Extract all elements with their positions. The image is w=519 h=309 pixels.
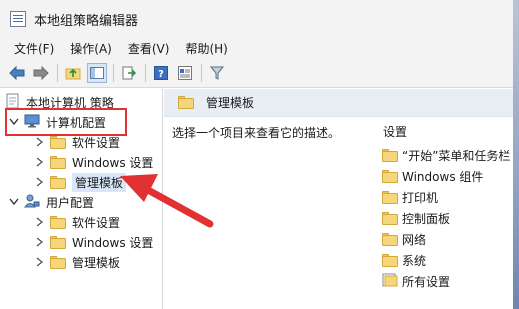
toolbar: ? xyxy=(0,58,513,88)
annotation-highlight-box xyxy=(5,108,127,136)
menu-help[interactable]: 帮助(H) xyxy=(177,40,235,57)
folder-icon xyxy=(382,149,398,162)
folder-icon xyxy=(50,155,66,169)
folder-icon xyxy=(50,215,66,229)
menu-action[interactable]: 操作(A) xyxy=(62,40,120,57)
tree-item-user-windows-settings[interactable]: Windows 设置 xyxy=(34,232,153,252)
folder-icon xyxy=(382,254,398,267)
filter-icon[interactable] xyxy=(207,63,227,83)
list-item[interactable]: 所有设置 xyxy=(382,271,510,292)
tree-item-label: 软件设置 xyxy=(72,135,121,150)
tree-item-user-software-settings[interactable]: 软件设置 xyxy=(34,212,120,232)
details-header-title: 管理模板 xyxy=(206,96,255,110)
tree-item-label: 用户配置 xyxy=(46,195,95,210)
user-icon xyxy=(24,194,40,211)
annotation-arrow-icon xyxy=(120,174,214,228)
tree-item-admin-templates[interactable]: 管理模板 xyxy=(34,172,127,192)
list-item[interactable]: “开始”菜单和任务栏 xyxy=(382,145,510,166)
chevron-right-icon[interactable] xyxy=(34,256,46,268)
toolbar-divider xyxy=(57,63,58,82)
list-item-label: 网络 xyxy=(402,233,427,247)
menu-view[interactable]: 查看(V) xyxy=(120,40,178,57)
folder-icon xyxy=(50,135,66,149)
folder-icon xyxy=(382,233,398,246)
forward-arrow-icon[interactable] xyxy=(31,63,51,83)
chevron-right-icon[interactable] xyxy=(34,156,46,168)
toolbar-divider xyxy=(145,63,146,82)
chevron-right-icon[interactable] xyxy=(34,136,46,148)
list-item-label: 系统 xyxy=(402,254,427,268)
tree-item-label: 管理模板 xyxy=(72,255,121,270)
folder-icon xyxy=(50,175,66,189)
folder-icon xyxy=(382,191,398,204)
window-title: 本地组策略编辑器 xyxy=(34,13,139,29)
tree-item-label: 软件设置 xyxy=(72,215,121,230)
all-settings-icon xyxy=(382,273,398,290)
list-item[interactable]: 系统 xyxy=(382,250,510,271)
list-item[interactable]: 网络 xyxy=(382,229,510,250)
menu-bar: 文件(F) 操作(A) 查看(V) 帮助(H) xyxy=(0,38,513,58)
list-item-label: “开始”菜单和任务栏 xyxy=(402,149,511,163)
settings-list: 设置 “开始”菜单和任务栏 Windows 组件 打印机 控制面板 网络 系统 xyxy=(382,123,510,292)
title-bar: 本地组策略编辑器 xyxy=(0,0,513,38)
tree-item-user-config[interactable]: 用户配置 xyxy=(8,192,94,212)
up-folder-icon[interactable] xyxy=(63,63,83,83)
list-item[interactable]: 控制面板 xyxy=(382,208,510,229)
properties-icon[interactable] xyxy=(175,63,195,83)
details-header: 管理模板 xyxy=(164,89,513,117)
folder-icon xyxy=(50,255,66,269)
list-item-label: 控制面板 xyxy=(402,212,451,226)
chevron-right-icon[interactable] xyxy=(34,216,46,228)
svg-text:?: ? xyxy=(158,69,164,80)
description-text: 选择一个项目来查看它的描述。 xyxy=(172,126,341,140)
list-item-label: Windows 组件 xyxy=(402,170,484,184)
export-list-icon[interactable] xyxy=(119,63,139,83)
show-hide-tree-icon[interactable] xyxy=(87,62,107,83)
toolbar-divider xyxy=(201,63,202,82)
policy-editor-icon xyxy=(10,11,26,27)
menu-file[interactable]: 文件(F) xyxy=(6,40,62,57)
chevron-right-icon[interactable] xyxy=(34,236,46,248)
list-item[interactable]: 打印机 xyxy=(382,187,510,208)
tree-item-label: Windows 设置 xyxy=(72,235,154,250)
list-item-label: 打印机 xyxy=(402,191,439,205)
toolbar-divider xyxy=(113,63,114,82)
folder-icon xyxy=(50,235,66,249)
settings-column-header[interactable]: 设置 xyxy=(383,123,510,140)
chevron-right-icon[interactable] xyxy=(34,176,46,188)
folder-icon xyxy=(178,96,194,109)
tree-item-user-admin-templates[interactable]: 管理模板 xyxy=(34,252,120,272)
back-arrow-icon[interactable] xyxy=(7,63,27,83)
folder-icon xyxy=(382,212,398,225)
help-icon[interactable]: ? xyxy=(151,63,171,83)
list-item[interactable]: Windows 组件 xyxy=(382,166,510,187)
details-pane: 管理模板 选择一个项目来查看它的描述。 设置 “开始”菜单和任务栏 Window… xyxy=(164,89,513,309)
chevron-down-icon[interactable] xyxy=(8,196,20,208)
list-item-label: 所有设置 xyxy=(402,275,451,289)
desktop-background xyxy=(513,0,519,309)
folder-icon xyxy=(382,170,398,183)
